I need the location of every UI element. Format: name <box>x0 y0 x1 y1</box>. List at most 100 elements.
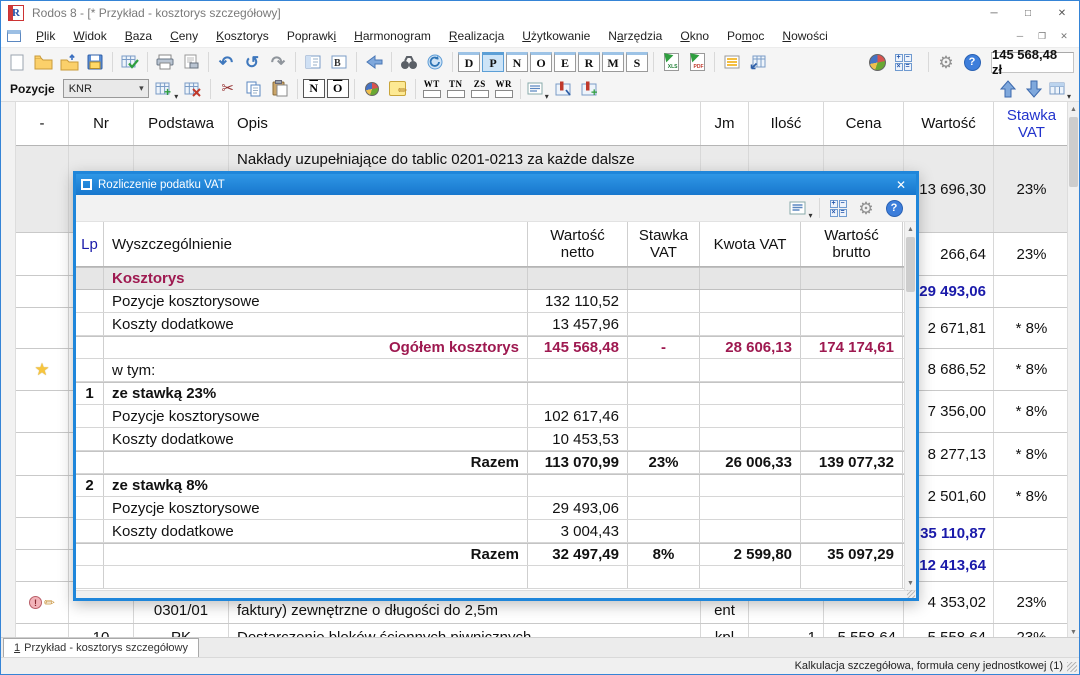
paste-icon[interactable] <box>268 77 292 101</box>
minimize-icon[interactable]: ─ <box>977 1 1011 25</box>
view-button-s[interactable]: S <box>626 52 648 72</box>
scroll-up-icon[interactable]: ▲ <box>1068 102 1079 116</box>
column-header-jm[interactable]: Jm <box>701 102 749 145</box>
menu-baza[interactable]: Baza <box>116 27 161 45</box>
vat-table-row[interactable]: Pozycje kosztorysowe102 617,46 <box>76 405 916 428</box>
vat-column-header-kwota-vat[interactable]: Kwota VAT <box>700 222 801 266</box>
menu-widok[interactable]: Widok <box>64 27 115 45</box>
vat-scroll-up-icon[interactable]: ▲ <box>905 222 916 236</box>
dialog-close-icon[interactable]: ✕ <box>886 174 916 195</box>
add-position-caret-icon[interactable]: ▾ <box>174 92 178 101</box>
menu-narzędzia[interactable]: Narzędzia <box>599 27 671 45</box>
narzuty-button[interactable]: N <box>303 79 325 98</box>
column-header-dash[interactable]: - <box>16 102 69 145</box>
vat-report-button[interactable]: ▾ <box>789 196 813 220</box>
column-header-ilosc[interactable]: Ilość <box>749 102 824 145</box>
copy-icon[interactable] <box>242 77 266 101</box>
table-options-button[interactable]: ▾ <box>1048 77 1072 101</box>
vat-settings-icon[interactable]: ⚙ <box>854 196 878 220</box>
view-button-m[interactable]: M <box>602 52 624 72</box>
vat-column-header-wartosc-brutto[interactable]: Wartość brutto <box>801 222 903 266</box>
table-options-caret-icon[interactable]: ▾ <box>1067 92 1071 101</box>
window-resize-grip[interactable] <box>1067 662 1077 672</box>
redo-icon[interactable]: ↷ <box>266 50 290 74</box>
print-preview-button[interactable] <box>179 50 203 74</box>
side-panel-button[interactable] <box>301 50 325 74</box>
close-icon[interactable]: ✕ <box>1045 1 1079 25</box>
column-header-nr[interactable]: Nr <box>69 102 134 145</box>
vat-table-row[interactable]: Razem113 070,9923%26 006,33139 077,32 <box>76 451 916 474</box>
scrollbar-thumb[interactable] <box>1069 117 1078 187</box>
maximize-icon[interactable]: □ <box>1011 1 1045 25</box>
search-icon[interactable] <box>397 50 421 74</box>
vat-table-row[interactable]: Ogółem kosztorys145 568,48-28 606,13174 … <box>76 336 916 359</box>
history-icon[interactable]: ↺ <box>240 50 264 74</box>
calculator-grid-icon[interactable]: +−×= <box>891 50 915 74</box>
move-up-button[interactable] <box>996 77 1020 101</box>
table-transfer-button[interactable] <box>746 50 770 74</box>
vat-column-header-stawka-vat[interactable]: Stawka VAT <box>628 222 700 266</box>
undo-icon[interactable]: ↶ <box>214 50 238 74</box>
tag-button-tn[interactable]: TN <box>447 80 465 98</box>
gear-icon[interactable]: ⚙ <box>934 50 958 74</box>
save-button[interactable] <box>83 50 107 74</box>
add-position-button[interactable]: +▾ <box>155 77 179 101</box>
column-header-opis[interactable]: Opis <box>229 102 701 145</box>
vat-scrollbar-thumb[interactable] <box>906 237 915 292</box>
vat-table-row[interactable]: Koszty dodatkowe3 004,43 <box>76 520 916 543</box>
vat-column-header-lp[interactable]: Lp <box>76 222 104 266</box>
vat-help-icon[interactable]: ? <box>882 196 906 220</box>
view-button-p[interactable]: P <box>482 52 504 72</box>
view-button-r[interactable]: R <box>578 52 600 72</box>
vat-column-header-wartosc-netto[interactable]: Wartość netto <box>528 222 628 266</box>
obmiar-button[interactable]: O <box>327 79 349 98</box>
column-header-cena[interactable]: Cena <box>824 102 904 145</box>
bookmark-goto-button[interactable] <box>552 77 576 101</box>
menu-harmonogram[interactable]: Harmonogram <box>345 27 440 45</box>
export-pdf-button[interactable]: PDF <box>685 50 709 74</box>
print-button[interactable] <box>153 50 177 74</box>
move-down-button[interactable] <box>1022 77 1046 101</box>
view-button-n[interactable]: N <box>506 52 528 72</box>
vat-table-row[interactable]: Pozycje kosztorysowe29 493,06 <box>76 497 916 520</box>
vat-table-scrollbar[interactable]: ▲ ▼ <box>904 222 916 590</box>
vat-table-row[interactable]: Koszty dodatkowe10 453,53 <box>76 428 916 451</box>
vat-dialog-titlebar[interactable]: Rozliczenie podatku VAT ✕ <box>76 174 916 195</box>
vat-table-row[interactable]: Kosztorys <box>76 267 916 290</box>
delete-position-button[interactable] <box>181 77 205 101</box>
row-list-button[interactable]: ▾ <box>526 77 550 101</box>
vat-table-row[interactable]: Razem32 497,498%2 599,8035 097,29 <box>76 543 916 566</box>
view-button-e[interactable]: E <box>554 52 576 72</box>
vat-table-row[interactable]: 2ze stawką 8% <box>76 474 916 497</box>
row-list-caret-icon[interactable]: ▾ <box>545 92 549 101</box>
summary-list-button[interactable] <box>720 50 744 74</box>
menu-poprawki[interactable]: Poprawki <box>278 27 345 45</box>
column-header-stawka-vat[interactable]: Stawka VAT <box>994 102 1069 145</box>
new-document-button[interactable] <box>5 50 29 74</box>
vat-column-header-wyszczegolnienie[interactable]: Wyszczególnienie <box>104 222 528 266</box>
vat-calculator-icon[interactable]: +−×= <box>826 196 850 220</box>
position-chart-icon[interactable] <box>360 77 384 101</box>
column-header-wartosc[interactable]: Wartość <box>904 102 994 145</box>
export-xls-button[interactable]: XLS <box>659 50 683 74</box>
menu-nowości[interactable]: Nowości <box>773 27 836 45</box>
vat-report-caret-icon[interactable]: ▾ <box>808 211 812 220</box>
menu-plik[interactable]: Plik <box>27 27 64 45</box>
vat-table-row[interactable]: Pozycje kosztorysowe132 110,52 <box>76 290 916 313</box>
pie-chart-icon[interactable] <box>865 50 889 74</box>
base-panel-button[interactable]: B <box>327 50 351 74</box>
view-button-d[interactable]: D <box>458 52 480 72</box>
menu-ceny[interactable]: Ceny <box>161 27 207 45</box>
cut-icon[interactable]: ✂ <box>216 77 240 101</box>
view-button-o[interactable]: O <box>530 52 552 72</box>
bookmark-add-button[interactable]: + <box>578 77 602 101</box>
help-icon[interactable]: ? <box>960 50 984 74</box>
menu-okno[interactable]: Okno <box>671 27 718 45</box>
resize-grip-icon[interactable] <box>907 590 915 598</box>
main-table-scrollbar[interactable]: ▲ ▼ <box>1067 102 1079 639</box>
mdi-restore-icon[interactable]: ❐ <box>1031 31 1053 42</box>
note-edit-icon[interactable]: ✏ <box>386 77 410 101</box>
open-file-button[interactable] <box>31 50 55 74</box>
vat-table-row[interactable]: 1ze stawką 23% <box>76 382 916 405</box>
menu-kosztorys[interactable]: Kosztorys <box>207 27 278 45</box>
